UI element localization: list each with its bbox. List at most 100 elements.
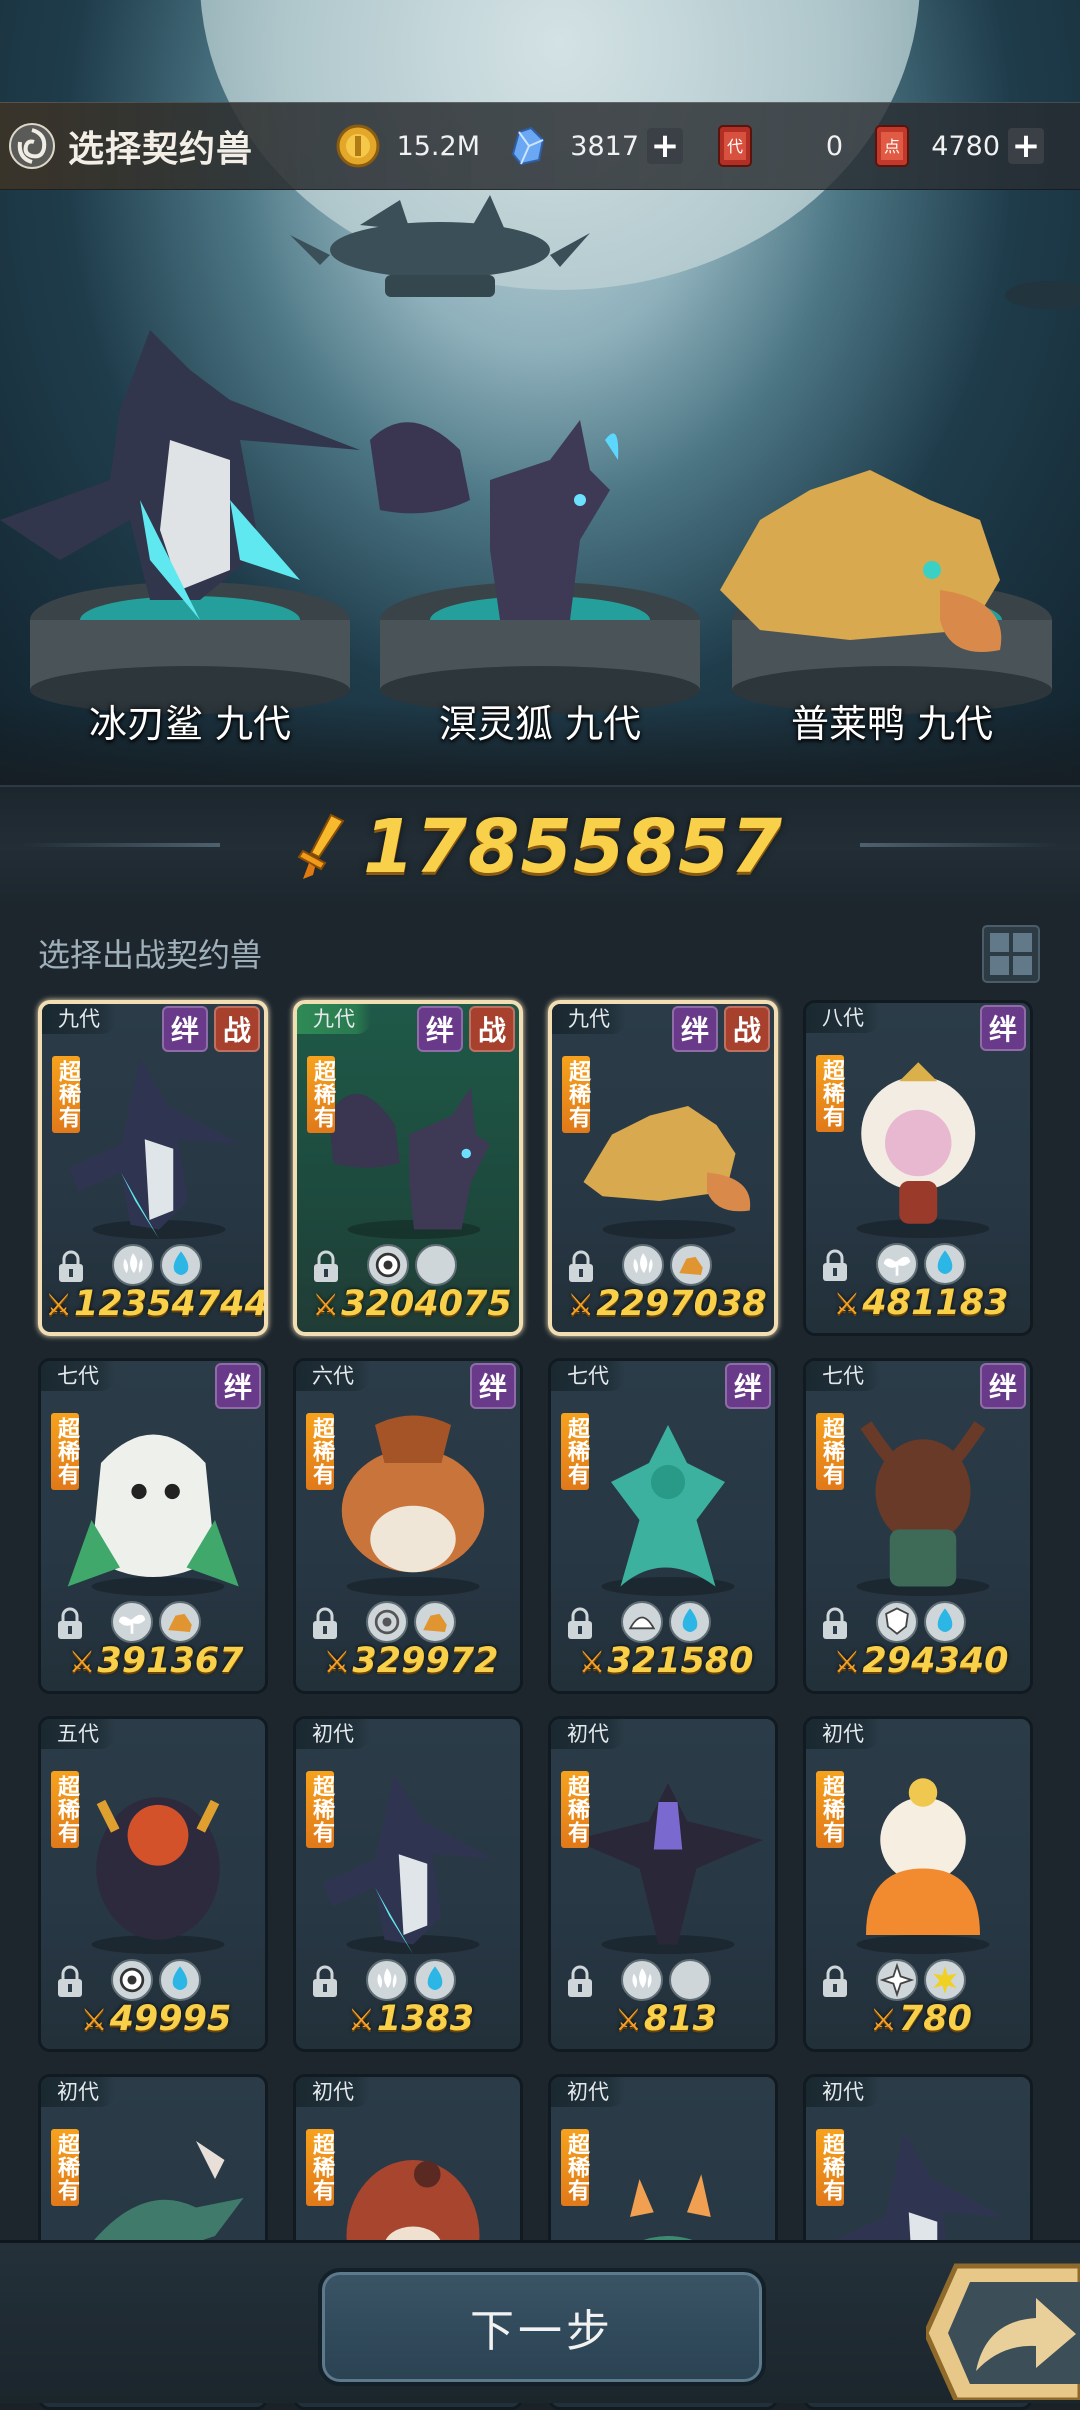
bond-badge: 绊 bbox=[980, 1005, 1026, 1051]
team-slot-2-name: 溟灵狐 九代 bbox=[438, 702, 642, 746]
sword-power-icon: ⚔ bbox=[567, 1288, 595, 1323]
platypus-icon[interactable] bbox=[700, 460, 1030, 670]
generation-label: 六代 bbox=[296, 1361, 370, 1391]
beast-card[interactable]: 五代 超稀有 ⚔49995 bbox=[38, 1716, 268, 2052]
beast-card[interactable]: 六代 超稀有 绊 ⚔329972 bbox=[293, 1358, 523, 1694]
ice-blade-shark-icon[interactable] bbox=[0, 300, 390, 630]
wind-element-icon bbox=[622, 1244, 664, 1286]
lock-icon[interactable] bbox=[56, 1250, 86, 1284]
card-power-value: 321580 bbox=[607, 1641, 754, 1681]
sword-power-icon: ⚔ bbox=[312, 1288, 340, 1323]
svg-text:代: 代 bbox=[727, 137, 743, 156]
total-power-band: 17855857 bbox=[0, 785, 1080, 909]
lock-icon[interactable] bbox=[55, 1965, 85, 1999]
card-power-value: 294340 bbox=[862, 1641, 1009, 1681]
card-power: ⚔3204075 bbox=[297, 1284, 519, 1324]
sword-power-icon: ⚔ bbox=[80, 2003, 108, 2038]
beast-card[interactable]: 七代 超稀有 绊 ⚔391367 bbox=[38, 1358, 268, 1694]
bond-badge: 绊 bbox=[215, 1363, 261, 1409]
generation-label: 九代 bbox=[42, 1004, 116, 1034]
beast-card[interactable]: 八代 超稀有 绊 ⚔481183 bbox=[803, 1000, 1033, 1336]
sword-power-icon: ⚔ bbox=[323, 1645, 351, 1680]
bond-badge: 绊 bbox=[672, 1006, 718, 1052]
swirl-logo-icon bbox=[9, 123, 55, 169]
card-power-value: 1383 bbox=[376, 1999, 475, 2039]
card-power-value: 12354744 bbox=[74, 1284, 268, 1324]
rarity-badge: 超稀有 bbox=[562, 1056, 590, 1133]
generation-label: 初代 bbox=[806, 2077, 880, 2107]
sword-power-icon: ⚔ bbox=[615, 2003, 642, 2038]
beast-card[interactable]: 七代 超稀有 绊 ⚔294340 bbox=[803, 1358, 1033, 1694]
generation-label: 九代 bbox=[297, 1004, 371, 1034]
card-power: ⚔780 bbox=[806, 1999, 1030, 2039]
lock-icon[interactable] bbox=[310, 1965, 340, 1999]
water-element-icon bbox=[414, 1959, 456, 2001]
rarity-badge: 超稀有 bbox=[816, 1413, 844, 1490]
nether-fox-icon bbox=[328, 1087, 490, 1239]
bond-badge: 绊 bbox=[417, 1006, 463, 1052]
platypus-icon bbox=[583, 1106, 751, 1239]
card-power: ⚔49995 bbox=[41, 1999, 265, 2039]
point-ticket-add-button[interactable]: + bbox=[1008, 128, 1044, 164]
grid-view-icon[interactable] bbox=[982, 925, 1040, 983]
nether-fox-icon[interactable] bbox=[350, 400, 650, 630]
rarity-badge: 超稀有 bbox=[52, 1056, 80, 1133]
water-element-icon bbox=[924, 1601, 966, 1643]
lock-icon[interactable] bbox=[820, 1249, 850, 1283]
team-slot-3-name: 普莱鸭 九代 bbox=[790, 702, 994, 746]
sword-power-icon: ⚔ bbox=[45, 1288, 73, 1323]
plant-element-icon bbox=[876, 1243, 918, 1285]
svg-text:点: 点 bbox=[884, 137, 900, 156]
eye-element-icon bbox=[111, 1959, 153, 2001]
card-power: ⚔329972 bbox=[296, 1641, 520, 1681]
card-power-value: 3204075 bbox=[341, 1284, 512, 1324]
shell-element-icon bbox=[621, 1601, 663, 1643]
pink-sheep-icon bbox=[856, 1062, 990, 1238]
star-compass-element-icon bbox=[876, 1959, 918, 2001]
beast-card[interactable]: 初代 超稀有 ⚔813 bbox=[548, 1716, 778, 2052]
card-power: ⚔391367 bbox=[41, 1641, 265, 1681]
lock-icon[interactable] bbox=[565, 1965, 595, 1999]
next-step-button[interactable]: 下一步 bbox=[318, 2268, 766, 2386]
moon-element-icon bbox=[669, 1959, 711, 2001]
earth-element-icon bbox=[414, 1601, 456, 1643]
crystal-add-button[interactable]: + bbox=[647, 128, 683, 164]
roster-section-title: 选择出战契约兽 bbox=[38, 936, 263, 974]
earth-element-icon bbox=[670, 1244, 712, 1286]
ice-blade-shark-icon bbox=[68, 1058, 240, 1239]
rarity-badge: 超稀有 bbox=[561, 2129, 589, 2206]
lock-icon[interactable] bbox=[820, 1607, 850, 1641]
lock-icon[interactable] bbox=[310, 1607, 340, 1641]
white-owl-icon bbox=[67, 1434, 239, 1596]
beast-card[interactable]: 初代 超稀有 ⚔1383 bbox=[293, 1716, 523, 2052]
lock-icon[interactable] bbox=[311, 1250, 341, 1284]
generation-label: 初代 bbox=[551, 1719, 625, 1749]
rarity-badge: 超稀有 bbox=[51, 1413, 79, 1490]
sword-power-icon: ⚔ bbox=[870, 2003, 897, 2038]
rarity-badge: 超稀有 bbox=[816, 1055, 844, 1132]
earth-element-icon bbox=[159, 1601, 201, 1643]
dark-bird-icon bbox=[573, 1783, 763, 1954]
beast-card[interactable]: 七代 超稀有 绊 ⚔321580 bbox=[548, 1358, 778, 1694]
card-power-value: 329972 bbox=[352, 1641, 499, 1681]
generation-label: 九代 bbox=[552, 1004, 626, 1034]
wind-element-icon bbox=[366, 1959, 408, 2001]
generation-label: 初代 bbox=[296, 2077, 370, 2107]
water-element-icon bbox=[160, 1244, 202, 1286]
beast-card[interactable]: 九代 超稀有 战绊 ⚔12354744 bbox=[38, 1000, 268, 1336]
page-title: 选择契约兽 bbox=[68, 129, 254, 170]
water-element-icon bbox=[669, 1601, 711, 1643]
lock-icon[interactable] bbox=[55, 1607, 85, 1641]
beast-card[interactable]: 九代 超稀有 战绊 ⚔3204075 bbox=[293, 1000, 523, 1336]
beast-card[interactable]: 初代 超稀有 ⚔780 bbox=[803, 1716, 1033, 2052]
lock-icon[interactable] bbox=[565, 1607, 595, 1641]
beast-card[interactable]: 九代 超稀有 战绊 ⚔2297038 bbox=[548, 1000, 778, 1336]
dark-bull-icon bbox=[91, 1797, 225, 1954]
lock-icon[interactable] bbox=[566, 1250, 596, 1284]
card-power-value: 780 bbox=[898, 1999, 972, 2039]
battle-badge: 战 bbox=[469, 1006, 515, 1052]
rarity-badge: 超稀有 bbox=[561, 1413, 589, 1490]
sword-power-icon bbox=[297, 813, 345, 879]
lock-icon[interactable] bbox=[820, 1965, 850, 1999]
share-arrow-icon[interactable] bbox=[926, 2246, 1080, 2400]
